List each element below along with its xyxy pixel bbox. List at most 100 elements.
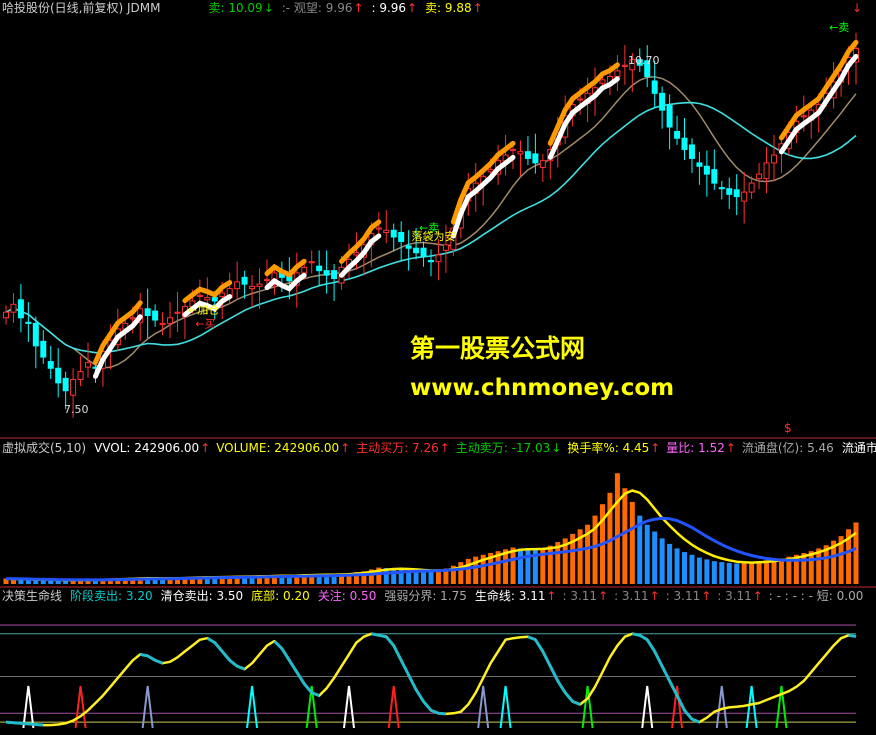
life-item-6: 生命线: 3.11 xyxy=(475,588,546,603)
volume-bar xyxy=(682,552,688,584)
candle-body xyxy=(763,162,770,180)
candle-body xyxy=(442,244,449,251)
candle-body xyxy=(517,151,524,155)
volume-bar xyxy=(659,538,665,584)
volume-arrow-icon-4: ↓ xyxy=(551,441,561,455)
volume-bar xyxy=(689,554,695,584)
candle-body xyxy=(718,187,725,190)
annotation-2: ←卖 xyxy=(829,21,849,34)
life-item-3: 底部: 0.20 xyxy=(251,588,310,603)
candle-body xyxy=(25,321,32,324)
volume-bar xyxy=(510,547,516,584)
volume-bar xyxy=(704,559,710,584)
candle-body xyxy=(435,254,442,263)
life-item-5: 强弱分界: 1.75 xyxy=(384,589,467,603)
candle-body xyxy=(413,247,420,254)
candle-body xyxy=(196,294,203,297)
life-line-falling-segment xyxy=(371,632,380,637)
volume-bar xyxy=(435,570,441,584)
life-line-falling-segment xyxy=(13,721,22,725)
volume-bar xyxy=(465,558,471,584)
header-item-3: 卖: 9.88 xyxy=(425,1,472,15)
candle-body xyxy=(428,260,434,263)
life-arrow-icon-7: ↑ xyxy=(598,589,608,603)
life-item-11: : - : - : - 短: 0.00 xyxy=(769,589,864,603)
candle-body xyxy=(3,311,9,319)
candle-body xyxy=(383,229,390,233)
candle-body xyxy=(800,115,807,118)
volume-arrow-icon-6: ↑ xyxy=(726,441,736,455)
life-line-falling-segment xyxy=(20,721,29,726)
watermark-title: 第一股票公式网 xyxy=(410,334,585,363)
annotation-1: 落袋为安 xyxy=(412,229,456,243)
volume-bar xyxy=(734,563,740,584)
low-price-label: 7.50 xyxy=(64,403,89,416)
candle-body xyxy=(77,371,84,380)
candle-body xyxy=(681,137,688,150)
annotation-4: ←买 xyxy=(195,318,215,331)
candle-body xyxy=(144,308,151,317)
candle-body xyxy=(666,105,673,128)
stock-chart: 哈投股份(日线,前复权) JDMM 卖: 10.09 ↓:- 观望: 9.96 ↑:… xyxy=(0,0,876,735)
candle-body xyxy=(353,252,360,256)
life-item-9: : 3.11 xyxy=(666,589,701,603)
header-item-1: :- 观望: 9.96 xyxy=(282,1,353,15)
header-item-2: : 9.96 xyxy=(371,1,406,15)
candle-body xyxy=(159,322,166,326)
candle-body xyxy=(241,276,248,285)
header-arrow-icon-1: ↑ xyxy=(353,1,363,15)
candle-body xyxy=(70,379,77,396)
volume-bar xyxy=(853,522,859,584)
life-line-falling-segment xyxy=(378,633,387,639)
candle-body xyxy=(85,362,92,368)
volume-item-2: VOLUME: 242906.00 xyxy=(216,441,339,455)
volume-bar xyxy=(644,524,650,584)
candle-body xyxy=(174,311,181,314)
candle-body xyxy=(487,169,494,173)
volume-bar xyxy=(749,562,755,584)
volume-bar xyxy=(428,571,434,584)
candle-body xyxy=(696,162,703,167)
candle-body xyxy=(263,279,270,282)
volume-item-3: 主动买万: 7.26 xyxy=(356,441,439,455)
candle-body xyxy=(10,303,17,313)
candle-body xyxy=(331,270,338,279)
header-values: 卖: 10.09 ↓:- 观望: 9.96 ↑: 9.96 ↑ 卖: 9.88 ↑ xyxy=(208,1,482,15)
candle-body xyxy=(62,377,69,392)
life-line-falling-segment xyxy=(139,652,148,658)
candle-body xyxy=(726,188,733,195)
candle-body xyxy=(741,191,748,202)
life-arrow-icon-6: ↑ xyxy=(546,589,556,603)
life-arrow-icon-8: ↑ xyxy=(650,589,660,603)
candle-body xyxy=(316,265,323,272)
volume-item-4: 主动卖万: -17.03 xyxy=(456,441,551,455)
volume-item-6: 量比: 1.52 xyxy=(666,441,725,455)
high-price-label: 10.70 xyxy=(628,54,660,67)
header-item-0: 卖: 10.09 xyxy=(208,1,262,15)
candle-body xyxy=(688,144,695,159)
volume-bar xyxy=(421,570,427,584)
volume-item-8: 流通市值 xyxy=(842,440,876,455)
volume-arrow-icon-3: ↑ xyxy=(440,441,450,455)
volume-bar xyxy=(696,557,702,584)
volume-arrow-icon-5: ↑ xyxy=(650,441,660,455)
candle-body xyxy=(711,169,718,184)
candle-body xyxy=(748,182,755,193)
candle-body xyxy=(204,297,211,301)
candle-body xyxy=(167,317,174,324)
life-arrow-icon-9: ↑ xyxy=(701,589,711,603)
candle-body xyxy=(733,189,740,198)
volume-bar xyxy=(719,562,725,584)
candle-body xyxy=(398,231,405,242)
candle-body xyxy=(420,247,427,257)
volume-item-1: VVOL: 242906.00 xyxy=(94,441,199,455)
volume-bar xyxy=(517,548,523,584)
candle-body xyxy=(651,80,658,94)
annotation-3: ←加仓 xyxy=(188,302,219,316)
candle-body xyxy=(621,64,628,67)
volume-bar xyxy=(622,488,628,584)
candle-body xyxy=(211,297,218,302)
volume-bar xyxy=(614,473,620,584)
volume-bar xyxy=(741,563,747,584)
volume-bar xyxy=(771,559,777,584)
